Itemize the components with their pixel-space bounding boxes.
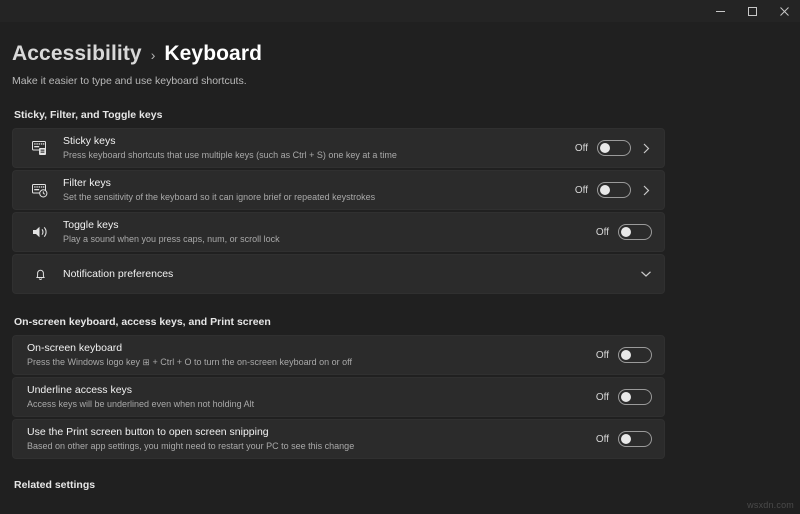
setting-text: Underline access keys Access keys will b… (27, 383, 596, 411)
toggle-knob (621, 392, 631, 402)
toggle-state-label: Off (596, 392, 609, 403)
setting-description: Press the Windows logo key ⊞ + Ctrl + O … (27, 356, 596, 369)
setting-description: Set the sensitivity of the keyboard so i… (63, 191, 575, 204)
setting-row-on-screen-keyboard[interactable]: On-screen keyboard Press the Windows log… (12, 335, 665, 375)
setting-title: On-screen keyboard (27, 341, 596, 355)
chevron-down-icon[interactable] (640, 270, 652, 278)
setting-text: On-screen keyboard Press the Windows log… (27, 341, 596, 369)
setting-text: Notification preferences (63, 267, 640, 281)
setting-description: Press keyboard shortcuts that use multip… (63, 149, 575, 162)
setting-text: Sticky keys Press keyboard shortcuts tha… (63, 134, 575, 162)
setting-description: Based on other app settings, you might n… (27, 440, 596, 453)
minimize-button[interactable] (704, 0, 736, 22)
page-title: Keyboard (164, 42, 262, 66)
setting-description: Access keys will be underlined even when… (27, 398, 596, 411)
page-content: Accessibility › Keyboard Make it easier … (0, 22, 800, 514)
setting-controls: Off (596, 224, 652, 240)
toggle-keys-toggle[interactable] (618, 224, 652, 240)
maximize-button[interactable] (736, 0, 768, 22)
page-subtitle: Make it easier to type and use keyboard … (12, 75, 788, 87)
setting-controls: Off (596, 431, 652, 447)
setting-controls: Off (596, 347, 652, 363)
toggle-state-label: Off (575, 185, 588, 196)
breadcrumb-parent-link[interactable]: Accessibility (12, 42, 142, 66)
watermark: wsxdn.com (747, 500, 794, 510)
toggle-knob (621, 350, 631, 360)
close-button[interactable] (768, 0, 800, 22)
section-header-related-settings: Related settings (14, 479, 788, 491)
filter-keys-toggle[interactable] (597, 182, 631, 198)
setting-controls: Off (575, 140, 652, 156)
chevron-right-icon[interactable] (640, 185, 652, 196)
bell-icon (27, 267, 53, 282)
setting-text: Toggle keys Play a sound when you press … (63, 218, 596, 246)
setting-row-sticky-keys[interactable]: Sticky keys Press keyboard shortcuts tha… (12, 128, 665, 168)
chevron-right-icon: › (151, 47, 156, 63)
setting-title: Use the Print screen button to open scre… (27, 425, 596, 439)
setting-controls: Off (596, 389, 652, 405)
setting-title: Filter keys (63, 176, 575, 190)
settings-window: Accessibility › Keyboard Make it easier … (0, 0, 800, 514)
description-part-2: + Ctrl + O to turn the on-screen keyboar… (150, 357, 352, 367)
settings-group-onscreen-keyboard: On-screen keyboard Press the Windows log… (12, 335, 788, 459)
setting-title: Toggle keys (63, 218, 596, 232)
setting-text: Use the Print screen button to open scre… (27, 425, 596, 453)
chevron-right-icon[interactable] (640, 143, 652, 154)
title-bar (0, 0, 800, 22)
filter-keys-icon (27, 183, 53, 198)
underline-access-keys-toggle[interactable] (618, 389, 652, 405)
description-part-1: Press the Windows logo key (27, 357, 143, 367)
toggle-state-label: Off (596, 350, 609, 361)
setting-row-notification-preferences[interactable]: Notification preferences (12, 254, 665, 294)
setting-row-filter-keys[interactable]: Filter keys Set the sensitivity of the k… (12, 170, 665, 210)
toggle-state-label: Off (575, 143, 588, 154)
toggle-state-label: Off (596, 434, 609, 445)
breadcrumb: Accessibility › Keyboard (12, 42, 788, 66)
setting-title: Sticky keys (63, 134, 575, 148)
setting-title: Underline access keys (27, 383, 596, 397)
setting-controls: Off (575, 182, 652, 198)
setting-row-underline-access-keys[interactable]: Underline access keys Access keys will b… (12, 377, 665, 417)
setting-controls (640, 270, 652, 278)
setting-row-toggle-keys[interactable]: Toggle keys Play a sound when you press … (12, 212, 665, 252)
toggle-knob (621, 434, 631, 444)
print-screen-toggle[interactable] (618, 431, 652, 447)
speaker-icon (27, 225, 53, 239)
section-header-sticky-filter-toggle: Sticky, Filter, and Toggle keys (14, 109, 788, 121)
windows-logo-key-icon: ⊞ (143, 357, 150, 367)
setting-description: Play a sound when you press caps, num, o… (63, 233, 596, 246)
setting-title: Notification preferences (63, 267, 640, 281)
toggle-knob (600, 185, 610, 195)
sticky-keys-toggle[interactable] (597, 140, 631, 156)
section-header-onscreen-keyboard: On-screen keyboard, access keys, and Pri… (14, 316, 788, 328)
toggle-knob (600, 143, 610, 153)
sticky-keys-icon (27, 141, 53, 156)
setting-text: Filter keys Set the sensitivity of the k… (63, 176, 575, 204)
toggle-state-label: Off (596, 227, 609, 238)
on-screen-keyboard-toggle[interactable] (618, 347, 652, 363)
toggle-knob (621, 227, 631, 237)
setting-row-print-screen-snipping[interactable]: Use the Print screen button to open scre… (12, 419, 665, 459)
settings-group-sticky-filter-toggle: Sticky keys Press keyboard shortcuts tha… (12, 128, 788, 294)
